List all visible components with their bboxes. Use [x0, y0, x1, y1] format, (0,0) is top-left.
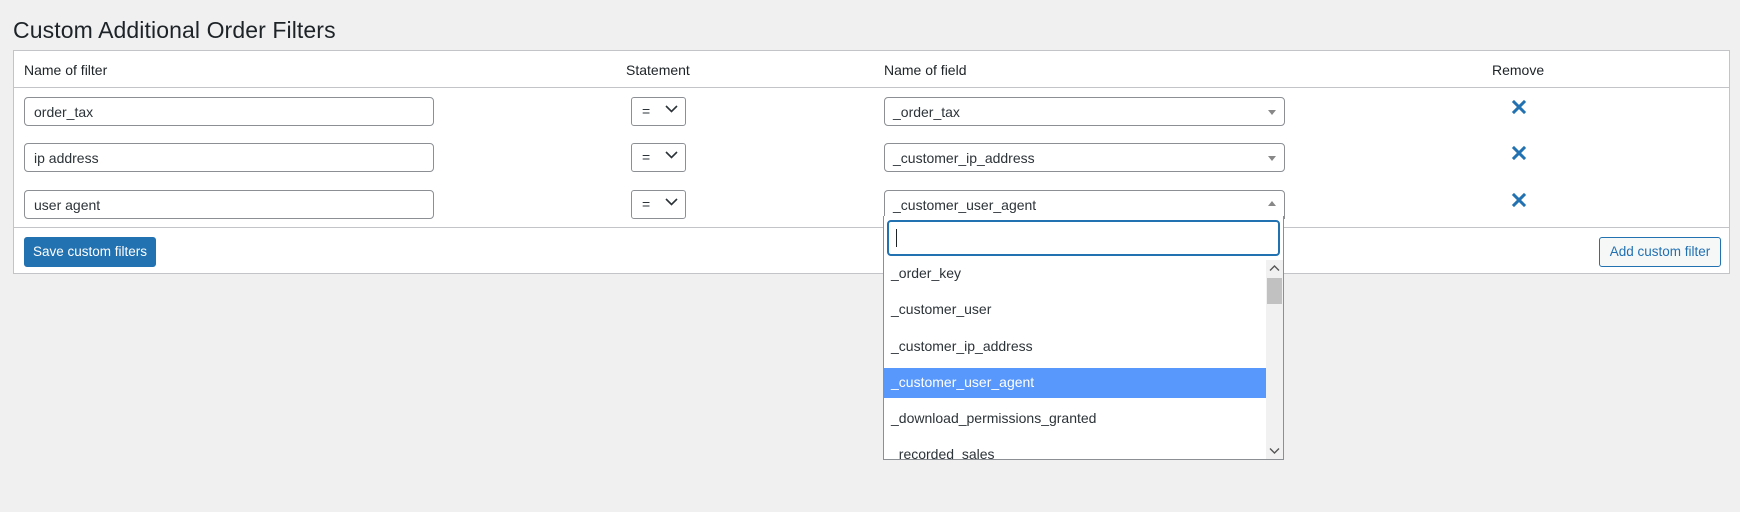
- page-title: Custom Additional Order Filters: [13, 17, 336, 43]
- dropdown-option[interactable]: _download_permissions_granted: [884, 404, 1267, 434]
- header-remove: Remove: [1492, 62, 1545, 78]
- field-select[interactable]: _customer_ip_address: [884, 143, 1285, 172]
- select-arrow-up-icon: [1268, 201, 1276, 206]
- dropdown-option[interactable]: _order_key: [884, 260, 1267, 289]
- table-header: Name of filter Statement Name of field R…: [14, 51, 1729, 88]
- statement-select[interactable]: =: [631, 143, 686, 172]
- save-custom-filters-button[interactable]: Save custom filters: [24, 237, 156, 267]
- chevron-down-icon: [665, 198, 678, 206]
- chevron-down-icon: [665, 105, 678, 113]
- field-dropdown: _order_key _customer_user _customer_ip_a…: [883, 216, 1284, 460]
- field-select[interactable]: _customer_user_agent: [884, 190, 1285, 219]
- header-statement: Statement: [626, 62, 690, 78]
- table-footer: Save custom filters Add custom filter: [14, 227, 1729, 274]
- statement-value: =: [642, 196, 651, 212]
- filter-name-input[interactable]: [24, 143, 434, 172]
- remove-row-icon[interactable]: [1511, 99, 1527, 115]
- add-custom-filter-button[interactable]: Add custom filter: [1599, 237, 1721, 267]
- filter-name-input[interactable]: [24, 190, 434, 219]
- chevron-down-icon: [665, 151, 678, 159]
- statement-select[interactable]: =: [631, 190, 686, 219]
- remove-row-icon[interactable]: [1511, 145, 1527, 161]
- field-select[interactable]: _order_tax: [884, 97, 1285, 126]
- dropdown-scrollbar[interactable]: [1266, 260, 1283, 459]
- statement-value: =: [642, 149, 651, 165]
- filter-name-input[interactable]: [24, 97, 434, 126]
- field-value: _customer_user_agent: [893, 197, 1037, 213]
- custom-filters-table: Name of filter Statement Name of field R…: [13, 50, 1730, 274]
- select-arrow-icon: [1268, 156, 1276, 161]
- header-name-of-field: Name of field: [884, 62, 967, 78]
- statement-select[interactable]: =: [631, 97, 686, 126]
- table-row: = _order_tax: [14, 97, 1729, 143]
- table-row: = _customer_ip_address: [14, 143, 1729, 189]
- field-value: _customer_ip_address: [893, 150, 1035, 166]
- field-value: _order_tax: [893, 104, 960, 120]
- text-cursor: [896, 229, 897, 247]
- dropdown-search-input[interactable]: [887, 220, 1280, 256]
- remove-row-icon[interactable]: [1511, 192, 1527, 208]
- select-arrow-icon: [1268, 110, 1276, 115]
- header-name-of-filter: Name of filter: [24, 62, 108, 78]
- chevron-up-icon[interactable]: [1268, 262, 1281, 275]
- dropdown-options-list: _order_key _customer_user _customer_ip_a…: [884, 260, 1267, 459]
- scrollbar-thumb[interactable]: [1267, 278, 1282, 304]
- chevron-down-icon[interactable]: [1268, 444, 1281, 457]
- dropdown-option[interactable]: _customer_ip_address: [884, 332, 1267, 362]
- dropdown-option[interactable]: _recorded_sales: [884, 440, 1267, 459]
- dropdown-option-selected[interactable]: _customer_user_agent: [884, 368, 1267, 398]
- statement-value: =: [642, 103, 651, 119]
- dropdown-option[interactable]: _customer_user: [884, 295, 1267, 325]
